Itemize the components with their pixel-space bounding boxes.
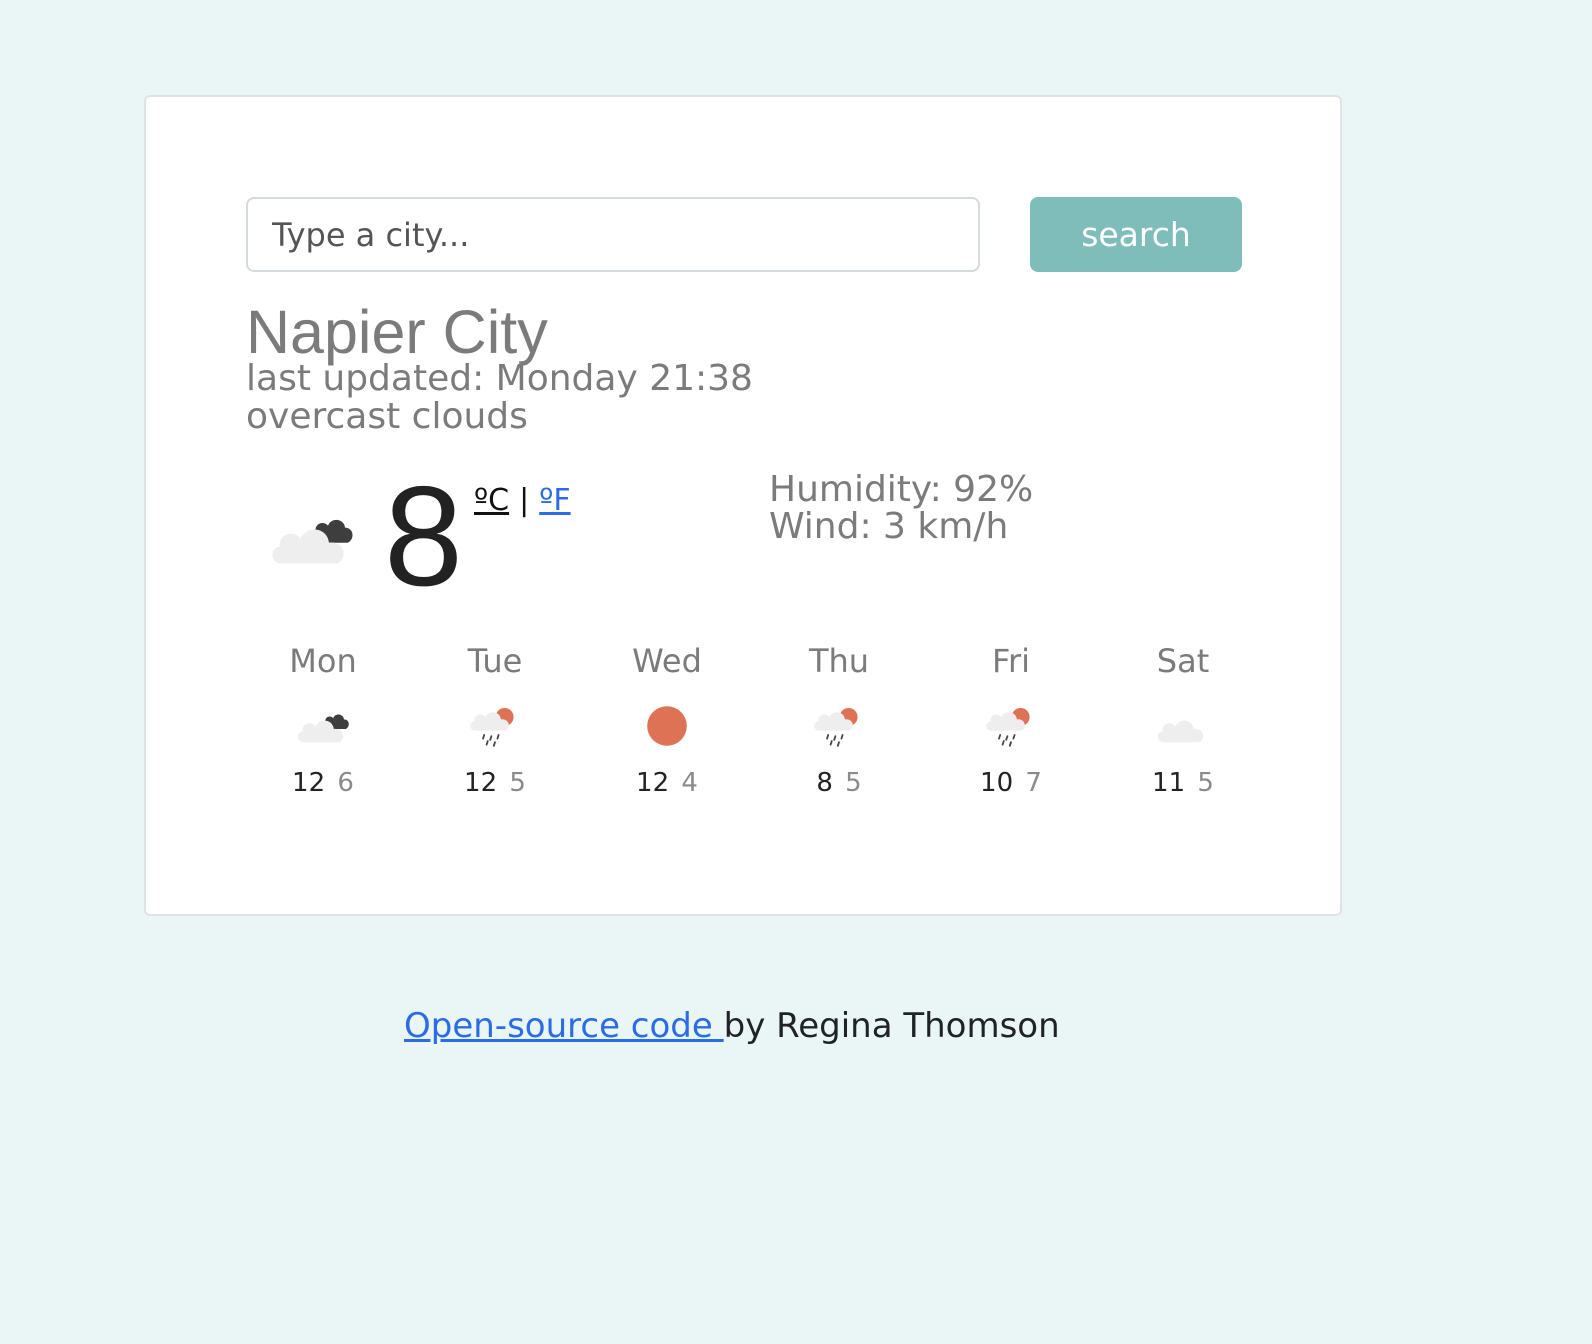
forecast-day-name: Tue bbox=[467, 642, 523, 680]
rain-sun-icon bbox=[465, 708, 514, 747]
forecast-min: 7 bbox=[1025, 768, 1042, 798]
humidity: Humidity: 92% bbox=[769, 469, 1034, 510]
footer: Open-source code by Regina Thomson bbox=[404, 1006, 1060, 1046]
footer-author: by Regina Thomson bbox=[723, 1006, 1060, 1046]
sun-icon bbox=[647, 706, 687, 746]
forecast-temps: 8 5 bbox=[764, 768, 914, 798]
city-search-input[interactable] bbox=[246, 197, 980, 272]
broken-clouds-icon bbox=[293, 702, 353, 750]
broken-clouds-icon bbox=[264, 505, 360, 571]
forecast-day: Thu 8 5 bbox=[764, 642, 914, 798]
forecast-temps: 10 7 bbox=[936, 768, 1086, 798]
wind: Wind: 3 km/h bbox=[769, 506, 1009, 547]
unit-toggle: ºC | ºF bbox=[474, 484, 571, 518]
rain-sun-icon bbox=[981, 708, 1030, 747]
celsius-link[interactable]: ºC bbox=[474, 483, 509, 518]
city-name: Napier City bbox=[246, 298, 548, 366]
cloud-icon bbox=[1153, 702, 1213, 750]
forecast: Mon 12 6 Tue 12 5 Wed 12 4 Thu 8 5 Fri 1… bbox=[248, 642, 1278, 822]
forecast-max: 8 bbox=[816, 768, 833, 798]
forecast-max: 12 bbox=[636, 768, 670, 798]
search-button[interactable]: search bbox=[1030, 197, 1242, 272]
forecast-max: 10 bbox=[980, 768, 1014, 798]
forecast-temps: 11 5 bbox=[1108, 768, 1258, 798]
weather-description: overcast clouds bbox=[246, 396, 528, 437]
forecast-day: Mon 12 6 bbox=[248, 642, 398, 798]
forecast-min: 4 bbox=[681, 768, 698, 798]
source-code-link[interactable]: Open-source code bbox=[404, 1006, 724, 1046]
rain-sun-icon bbox=[809, 708, 858, 747]
fahrenheit-link[interactable]: ºF bbox=[539, 483, 570, 518]
forecast-day: Tue 12 5 bbox=[420, 642, 570, 798]
forecast-max: 12 bbox=[464, 768, 498, 798]
forecast-min: 6 bbox=[337, 768, 354, 798]
forecast-day: Fri 10 7 bbox=[936, 642, 1086, 798]
last-updated: last updated: Monday 21:38 bbox=[246, 358, 753, 399]
forecast-day-name: Sat bbox=[1156, 642, 1210, 680]
forecast-day: Wed 12 4 bbox=[592, 642, 742, 798]
unit-separator: | bbox=[519, 483, 530, 518]
forecast-max: 11 bbox=[1152, 768, 1186, 798]
forecast-min: 5 bbox=[845, 768, 862, 798]
forecast-day-name: Mon bbox=[289, 642, 357, 680]
forecast-day: Sat 11 5 bbox=[1108, 642, 1258, 798]
forecast-day-name: Thu bbox=[808, 642, 870, 680]
forecast-min: 5 bbox=[1197, 768, 1214, 798]
weather-card: search Napier City last updated: Monday … bbox=[144, 95, 1342, 916]
forecast-temps: 12 6 bbox=[248, 768, 398, 798]
forecast-day-name: Fri bbox=[991, 642, 1031, 680]
forecast-max: 12 bbox=[292, 768, 326, 798]
forecast-temps: 12 5 bbox=[420, 768, 570, 798]
forecast-temps: 12 4 bbox=[592, 768, 742, 798]
current-temperature: 8 bbox=[384, 457, 463, 616]
forecast-min: 5 bbox=[509, 768, 526, 798]
forecast-day-name: Wed bbox=[632, 642, 702, 680]
